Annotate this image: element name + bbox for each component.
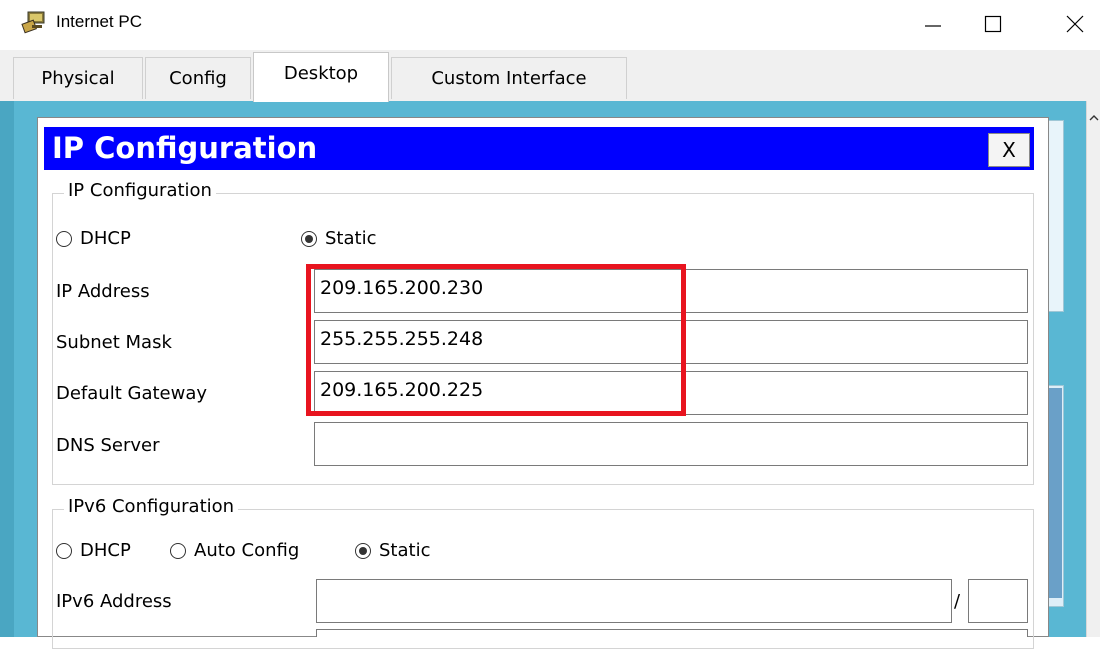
dialog-title: IP Configuration — [52, 131, 318, 165]
scroll-up-arrow-icon[interactable] — [1089, 108, 1099, 127]
radio-checked-icon — [301, 230, 317, 247]
ip-address-label: IP Address — [56, 281, 150, 302]
ipv4-group-legend: IP Configuration — [64, 180, 216, 201]
radio-unchecked-icon — [170, 542, 186, 559]
minimize-icon[interactable] — [908, 2, 958, 46]
close-icon[interactable] — [1050, 2, 1100, 46]
dns-server-field[interactable] — [314, 422, 1028, 466]
radio-label: Static — [379, 540, 431, 561]
vertical-scrollbar[interactable] — [1086, 101, 1100, 637]
ipv6-static-radio[interactable]: Static — [355, 540, 430, 561]
default-gateway-label: Default Gateway — [56, 383, 208, 404]
radio-label: Auto Config — [194, 540, 300, 561]
maximize-icon[interactable] — [968, 2, 1018, 46]
tab-desktop[interactable]: Desktop — [253, 52, 389, 102]
radio-checked-icon — [355, 542, 371, 559]
radio-unchecked-icon — [56, 542, 72, 559]
ipv6-link-local-field[interactable] — [316, 629, 1028, 637]
subnet-mask-label: Subnet Mask — [56, 332, 172, 353]
radio-label: DHCP — [80, 540, 131, 561]
ipv6-address-label: IPv6 Address — [56, 591, 172, 612]
ipv4-dhcp-radio[interactable]: DHCP — [56, 228, 131, 249]
ipv6-auto-config-radio[interactable]: Auto Config — [170, 540, 299, 561]
radio-label: Static — [325, 228, 377, 249]
radio-unchecked-icon — [56, 230, 72, 247]
ipv6-prefix-field[interactable] — [968, 579, 1028, 623]
window-title: Internet PC — [56, 12, 142, 31]
ipv6-address-field[interactable] — [316, 579, 952, 623]
red-highlight-box — [306, 264, 686, 416]
ipv6-dhcp-radio[interactable]: DHCP — [56, 540, 131, 561]
ipv4-static-radio[interactable]: Static — [301, 228, 376, 249]
tab-physical[interactable]: Physical — [13, 57, 143, 99]
radio-label: DHCP — [80, 228, 131, 249]
tab-custom-interface[interactable]: Custom Interface — [391, 57, 627, 99]
dialog-close-button[interactable]: X — [988, 133, 1030, 167]
background-app-image — [1049, 388, 1062, 598]
ipv6-group-legend: IPv6 Configuration — [64, 496, 239, 517]
dns-server-label: DNS Server — [56, 435, 160, 456]
packet-tracer-pc-icon — [20, 10, 48, 34]
prefix-separator: / — [954, 591, 961, 612]
tab-config[interactable]: Config — [145, 57, 251, 99]
workspace-edge — [0, 101, 14, 637]
